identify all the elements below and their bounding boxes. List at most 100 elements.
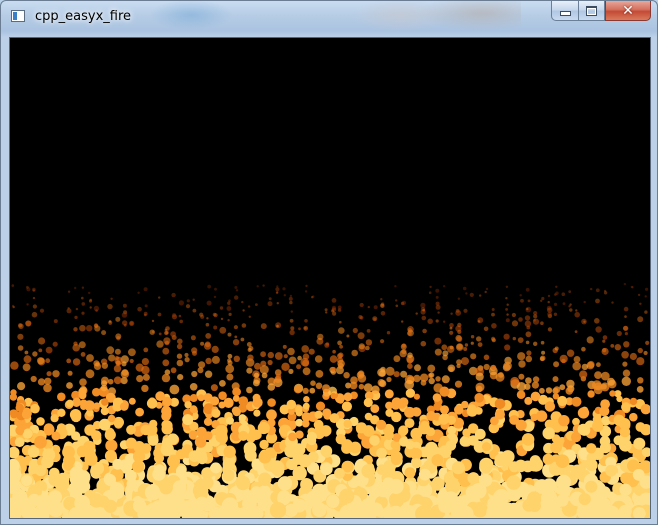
fire-particle	[376, 464, 388, 476]
fire-particle	[235, 475, 251, 491]
fire-particle	[211, 408, 221, 418]
fire-particle	[163, 337, 171, 345]
fire-particle	[122, 303, 127, 308]
fire-particle	[645, 340, 650, 345]
fire-particle	[303, 396, 310, 403]
fire-particle	[219, 380, 226, 387]
fire-particle	[481, 463, 492, 474]
fire-particle	[304, 290, 308, 293]
fire-particle	[176, 353, 183, 359]
fire-particle	[365, 345, 370, 351]
fire-particle	[200, 314, 205, 319]
fire-particle	[526, 307, 529, 311]
fire-particle	[475, 372, 484, 381]
fire-particle	[454, 380, 463, 388]
fire-particle	[476, 336, 482, 342]
fire-particle	[404, 467, 416, 479]
fire-particle	[22, 363, 31, 372]
fire-particle	[167, 433, 179, 445]
maximize-button[interactable]	[578, 1, 605, 21]
fire-particle	[257, 421, 270, 435]
fire-particle	[89, 306, 92, 309]
fire-particle	[526, 350, 532, 356]
fire-particle	[437, 311, 440, 314]
fire-particle	[644, 310, 648, 314]
fire-particle	[253, 372, 260, 378]
fire-particle	[530, 413, 538, 422]
fire-particle	[137, 306, 142, 312]
fire-particle	[571, 396, 582, 407]
fire-particle	[415, 312, 418, 315]
fire-particle	[455, 343, 464, 351]
fire-particle	[286, 399, 297, 410]
fire-particle	[518, 317, 523, 322]
fire-particle	[401, 343, 406, 348]
fire-particle	[629, 352, 638, 361]
fire-particle	[105, 439, 118, 452]
fire-particle	[385, 408, 394, 417]
fire-particle	[428, 291, 432, 294]
fire-particle	[367, 305, 370, 309]
fire-particle	[616, 395, 623, 403]
fire-particle	[410, 427, 423, 440]
fire-particle	[637, 293, 641, 297]
fire-particle	[123, 323, 127, 327]
fire-particle	[11, 284, 15, 287]
fire-particle	[45, 346, 53, 354]
fire-particle	[210, 384, 218, 392]
fire-particle	[363, 397, 373, 408]
fire-particle	[10, 393, 18, 401]
fire-particle	[93, 305, 100, 312]
fire-particle	[32, 296, 36, 300]
fire-particle	[555, 454, 570, 469]
fire-particle	[248, 315, 251, 318]
fire-particle	[621, 402, 631, 412]
window-title: cpp_easyx_fire	[35, 9, 132, 24]
fire-particle	[57, 408, 66, 417]
fire-particle	[34, 435, 47, 449]
fire-particle	[137, 291, 140, 294]
fire-canvas-area[interactable]	[9, 37, 651, 519]
fire-particle	[37, 357, 45, 365]
fire-particle	[223, 445, 236, 458]
close-button[interactable]: ✕	[605, 1, 651, 21]
fire-particle	[302, 367, 311, 376]
fire-particle	[619, 483, 632, 496]
fire-particle	[17, 345, 24, 351]
fire-particle	[205, 322, 210, 327]
fire-particle	[79, 378, 87, 387]
fire-particle	[298, 327, 301, 331]
fire-particle	[243, 445, 255, 457]
fire-particle	[144, 484, 161, 501]
fire-particle	[529, 455, 541, 467]
fire-particle	[30, 403, 40, 414]
fire-particle	[380, 366, 386, 373]
fire-particle	[552, 376, 559, 383]
fire-particle	[506, 475, 521, 490]
fire-particle	[107, 378, 114, 385]
fire-particle	[421, 315, 427, 321]
minimize-button[interactable]	[551, 1, 578, 21]
fire-particle	[287, 347, 295, 356]
fire-particle	[393, 355, 401, 363]
fire-particle	[424, 441, 438, 455]
fire-particle	[399, 349, 407, 358]
fire-particle	[260, 323, 267, 330]
fire-particle	[170, 367, 177, 374]
fire-particle	[120, 402, 129, 411]
fire-particle	[206, 300, 212, 306]
fire-particle	[531, 381, 540, 389]
fire-particle	[376, 447, 387, 459]
fire-particle	[418, 468, 431, 481]
fire-particle	[516, 390, 526, 400]
fire-particle	[314, 410, 323, 419]
fire-particle	[595, 326, 602, 333]
fire-particle	[371, 385, 380, 394]
fire-particle	[235, 289, 239, 292]
fire-particle	[267, 383, 276, 391]
fire-particle	[429, 285, 432, 289]
fire-particle	[296, 364, 302, 370]
app-window-icon[interactable]	[11, 10, 25, 22]
fire-particle	[623, 341, 630, 348]
fire-particle	[524, 315, 531, 321]
